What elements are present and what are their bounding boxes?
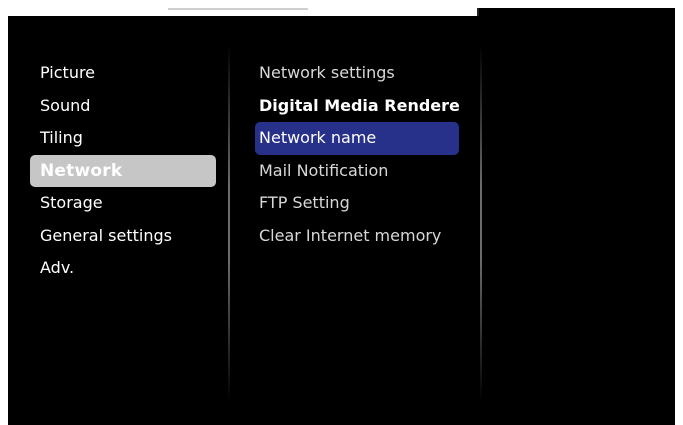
- submenu-item-digital-media-renderer[interactable]: Digital Media Rendere...: [255, 90, 459, 123]
- menu-item-network[interactable]: Network: [30, 154, 216, 187]
- network-submenu: Network settings Digital Media Rendere..…: [255, 57, 459, 252]
- submenu-item-mail-notification[interactable]: Mail Notification: [255, 155, 459, 188]
- top-strip-tick: [477, 8, 479, 16]
- column-divider: [480, 44, 482, 402]
- menu-item-tiling[interactable]: Tiling: [30, 122, 216, 155]
- menu-item-sound[interactable]: Sound: [30, 90, 216, 123]
- top-strip: [8, 8, 479, 16]
- column-divider: [228, 44, 230, 402]
- menu-item-storage[interactable]: Storage: [30, 187, 216, 220]
- menu-item-picture[interactable]: Picture: [30, 57, 216, 90]
- tv-osd-screen: Picture Sound Tiling Network Storage Gen…: [8, 8, 675, 425]
- main-menu: Picture Sound Tiling Network Storage Gen…: [30, 57, 216, 285]
- menu-item-adv[interactable]: Adv.: [30, 252, 216, 285]
- submenu-item-clear-internet-memory[interactable]: Clear Internet memory: [255, 220, 459, 253]
- submenu-item-ftp-setting[interactable]: FTP Setting: [255, 187, 459, 220]
- menu-item-general-settings[interactable]: General settings: [30, 220, 216, 253]
- submenu-item-network-name[interactable]: Network name: [255, 122, 459, 155]
- submenu-item-network-settings[interactable]: Network settings: [255, 57, 459, 90]
- top-strip-bar: [168, 8, 308, 10]
